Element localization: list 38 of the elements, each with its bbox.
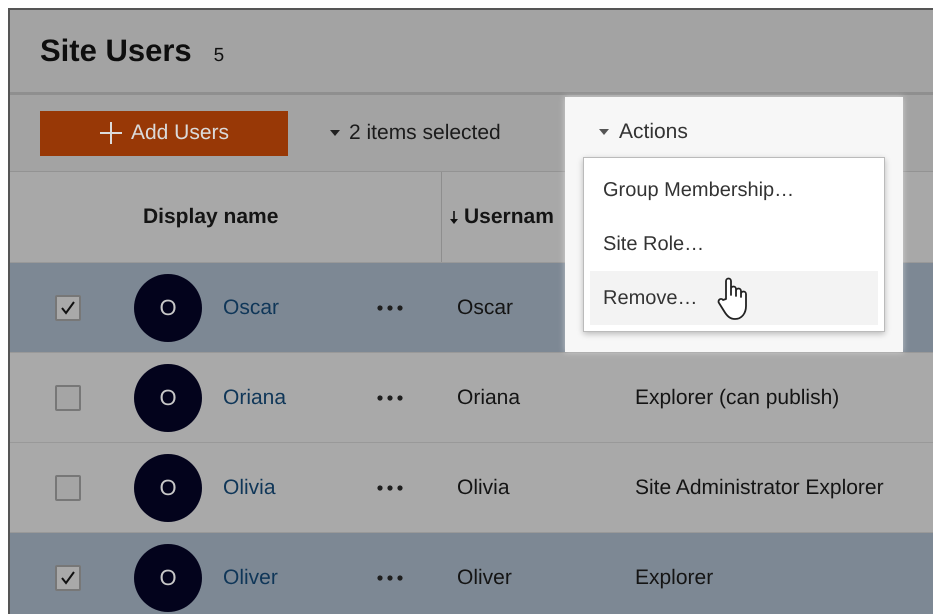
plus-icon [98,121,123,145]
table-cell: Oliver [457,566,512,588]
selection-dropdown[interactable]: 2 items selected [324,120,507,146]
table-cell: Oriana [457,386,520,408]
page-title: Site Users [40,33,192,69]
sort-arrow-icon [450,210,458,224]
more-icon[interactable] [377,574,403,580]
avatar: O [134,274,202,342]
table-cell: Oscar [457,296,514,318]
check-icon [59,298,77,316]
hand-cursor-icon [717,277,749,321]
more-icon[interactable] [377,394,403,400]
user-name-link[interactable]: Oriana [223,386,286,408]
table-cell: Olivia [457,476,510,498]
table-cell: Site Administrator Explorer [635,476,884,498]
table-row[interactable]: O Oliver Oliver Explorer [10,533,933,614]
table-cell: Explorer [635,566,714,588]
column-header[interactable]: Display name [143,205,441,229]
actions-dropdown[interactable]: Actions [593,119,694,145]
avatar: O [134,544,202,612]
menu-item[interactable]: Remove… [590,271,878,326]
menu-item[interactable]: Group Membership… [590,164,878,218]
row-checkbox[interactable] [55,564,81,590]
user-count: 5 [214,45,224,67]
more-icon[interactable] [377,484,403,490]
column-header[interactable]: Usernam [441,172,554,262]
row-checkbox[interactable] [55,384,81,410]
table-cell: Explorer (can publish) [635,386,840,408]
avatar: O [134,364,202,432]
add-users-button[interactable]: Add Users [40,110,288,156]
caret-icon [330,130,340,136]
avatar: O [134,454,202,522]
more-icon[interactable] [377,304,403,310]
check-icon [59,568,77,586]
user-name-link[interactable]: Olivia [223,476,276,498]
caret-icon [599,129,609,135]
row-checkbox[interactable] [55,474,81,500]
row-checkbox[interactable] [55,294,81,320]
